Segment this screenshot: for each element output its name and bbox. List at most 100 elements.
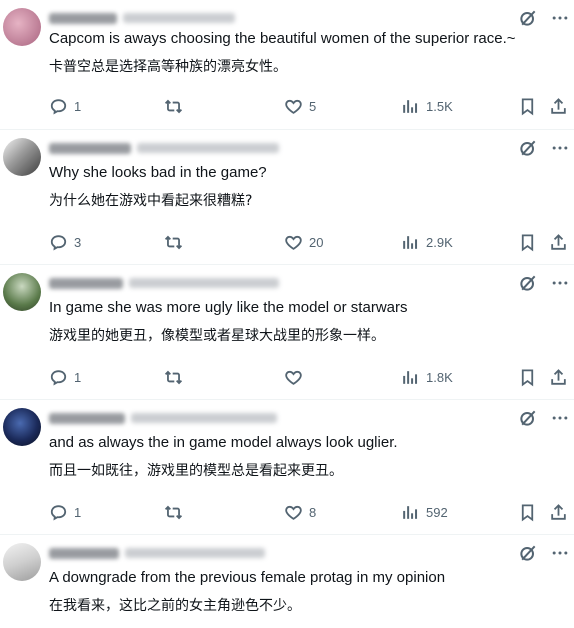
like-button[interactable] [284, 367, 309, 387]
tweet-header [49, 9, 235, 27]
tweet-header [49, 274, 279, 292]
avatar[interactable] [3, 543, 41, 581]
share-icon [549, 368, 568, 387]
heart-icon [284, 368, 303, 387]
more-icon[interactable] [550, 8, 570, 28]
views-icon [401, 503, 420, 522]
bookmark-button[interactable] [518, 96, 537, 116]
views-count: 1.5K [426, 98, 453, 114]
tweet-text-english: Why she looks bad in the game? [49, 164, 267, 181]
heart-icon [284, 503, 303, 522]
blurred-handle-timestamp[interactable] [125, 548, 265, 558]
retweet-button[interactable] [164, 96, 189, 116]
blurred-handle-timestamp[interactable] [123, 13, 235, 23]
reply-count: 1 [74, 98, 82, 114]
reply-icon [49, 503, 68, 522]
blurred-display-name[interactable] [49, 412, 125, 424]
reply-icon [49, 368, 68, 387]
reply-count: 3 [74, 234, 82, 250]
more-icon[interactable] [550, 138, 570, 158]
reply-tweet[interactable]: A downgrade from the previous female pro… [0, 535, 574, 628]
more-icon[interactable] [550, 408, 570, 428]
retweet-button[interactable] [164, 502, 189, 522]
share-icon [549, 97, 568, 116]
grok-icon[interactable] [518, 408, 538, 428]
reply-feed: Capcom is aways choosing the beautiful w… [0, 0, 574, 628]
tweet-text-english: A downgrade from the previous female pro… [49, 569, 446, 586]
blurred-display-name[interactable] [49, 547, 119, 559]
blurred-display-name[interactable] [49, 277, 123, 289]
tweet-text-chinese: 在我看来，这比之前的女主角逊色不少。 [49, 598, 301, 614]
views-icon [401, 368, 420, 387]
tweet-header [49, 544, 265, 562]
views-count: 2.9K [426, 234, 453, 250]
more-icon[interactable] [550, 543, 570, 563]
reply-button[interactable]: 1 [49, 367, 81, 387]
blurred-handle-timestamp[interactable] [131, 413, 277, 423]
bookmark-icon [518, 368, 537, 387]
avatar[interactable] [3, 408, 41, 446]
reply-icon [49, 97, 68, 116]
share-button[interactable] [549, 96, 568, 116]
action-bar: 3 20 2.9K [49, 232, 574, 252]
views-button[interactable]: 1.8K [401, 367, 453, 387]
tweet-text-chinese: 游戏里的她更丑，像模型或者星球大战里的形象一样。 [49, 328, 385, 344]
blurred-handle-timestamp[interactable] [137, 143, 279, 153]
tweet-text-chinese: 为什么她在游戏中看起来很糟糕? [49, 193, 253, 209]
reply-button[interactable]: 1 [49, 96, 81, 116]
views-icon [401, 97, 420, 116]
heart-icon [284, 97, 303, 116]
reply-icon [49, 233, 68, 252]
bookmark-button[interactable] [518, 232, 537, 252]
action-bar: 1 5 1.5K [49, 96, 574, 116]
views-count: 1.8K [426, 369, 453, 385]
grok-icon[interactable] [518, 543, 538, 563]
blurred-handle-timestamp[interactable] [129, 278, 279, 288]
views-icon [401, 233, 420, 252]
tweet-text-chinese: 而且一如既往，游戏里的模型总是看起来更丑。 [49, 463, 343, 479]
reply-tweet[interactable]: and as always the in game model always l… [0, 400, 574, 535]
bookmark-icon [518, 503, 537, 522]
avatar[interactable] [3, 273, 41, 311]
reply-button[interactable]: 1 [49, 502, 81, 522]
reply-tweet[interactable]: Why she looks bad in the game? 为什么她在游戏中看… [0, 130, 574, 265]
tweet-text-english: and as always the in game model always l… [49, 434, 398, 451]
reply-count: 1 [74, 369, 82, 385]
reply-tweet[interactable]: In game she was more ugly like the model… [0, 265, 574, 400]
reply-tweet[interactable]: Capcom is aways choosing the beautiful w… [0, 0, 574, 130]
retweet-icon [164, 97, 183, 116]
retweet-icon [164, 503, 183, 522]
views-button[interactable]: 2.9K [401, 232, 453, 252]
heart-icon [284, 233, 303, 252]
bookmark-button[interactable] [518, 367, 537, 387]
blurred-display-name[interactable] [49, 142, 131, 154]
grok-icon[interactable] [518, 138, 538, 158]
tweet-text-english: In game she was more ugly like the model… [49, 299, 408, 316]
like-count: 5 [309, 98, 317, 114]
blurred-display-name[interactable] [49, 12, 117, 24]
retweet-icon [164, 368, 183, 387]
tweet-text-chinese: 卡普空总是选择高等种族的漂亮女性。 [49, 59, 287, 75]
share-button[interactable] [549, 502, 568, 522]
share-button[interactable] [549, 232, 568, 252]
retweet-button[interactable] [164, 367, 189, 387]
like-count: 8 [309, 504, 317, 520]
avatar[interactable] [3, 8, 41, 46]
bookmark-button[interactable] [518, 502, 537, 522]
views-button[interactable]: 1.5K [401, 96, 453, 116]
like-button[interactable]: 20 [284, 232, 323, 252]
retweet-icon [164, 233, 183, 252]
share-icon [549, 233, 568, 252]
views-count: 592 [426, 504, 448, 520]
share-button[interactable] [549, 367, 568, 387]
like-button[interactable]: 5 [284, 96, 316, 116]
retweet-button[interactable] [164, 232, 189, 252]
tweet-header [49, 409, 277, 427]
like-button[interactable]: 8 [284, 502, 316, 522]
grok-icon[interactable] [518, 273, 538, 293]
views-button[interactable]: 592 [401, 502, 448, 522]
avatar[interactable] [3, 138, 41, 176]
grok-icon[interactable] [518, 8, 538, 28]
more-icon[interactable] [550, 273, 570, 293]
reply-button[interactable]: 3 [49, 232, 81, 252]
